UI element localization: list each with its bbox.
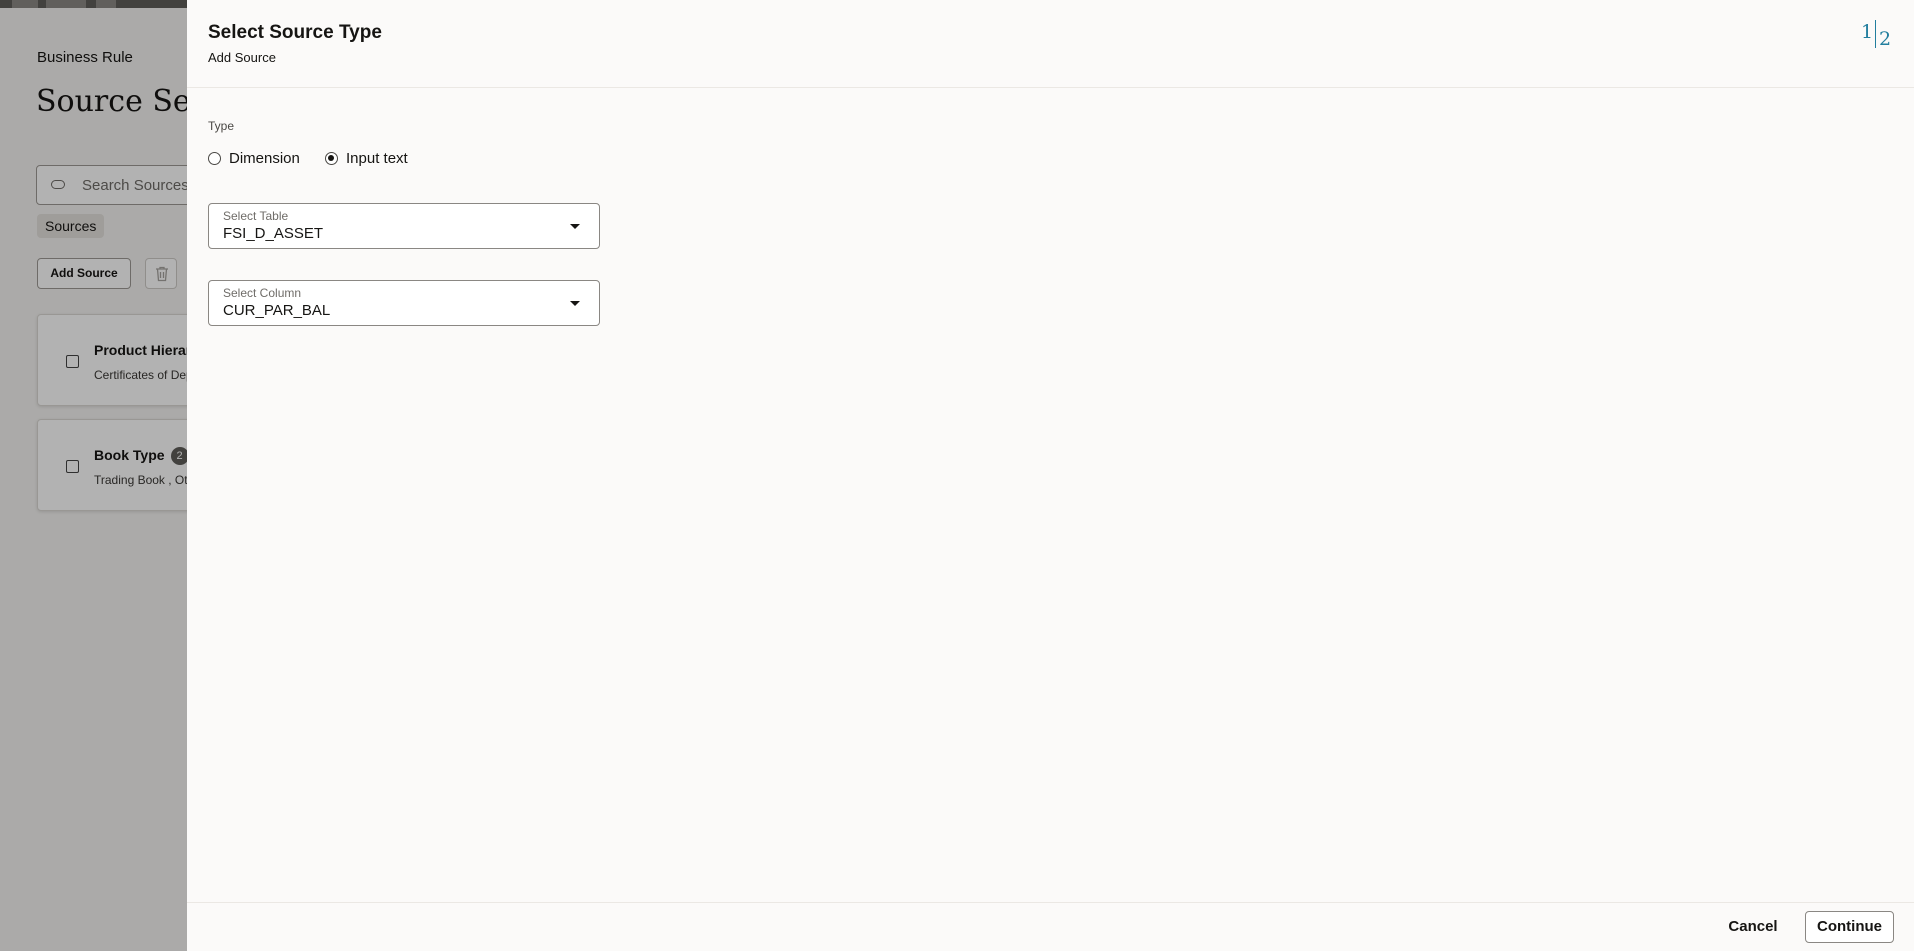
radio-dimension[interactable]: Dimension <box>208 148 300 168</box>
select-column-dropdown[interactable]: Select Column CUR_PAR_BAL <box>208 280 600 326</box>
select-column-value: CUR_PAR_BAL <box>223 302 331 319</box>
type-label: Type <box>208 119 235 133</box>
caret-down-icon[interactable] <box>570 301 580 306</box>
radio-circle[interactable] <box>208 151 221 165</box>
continue-button[interactable]: Continue <box>1805 911 1894 943</box>
step-indicator: 1 2 <box>1861 18 1901 50</box>
radio-label: Dimension <box>229 149 300 167</box>
cancel-button[interactable]: Cancel <box>1718 911 1788 943</box>
total-steps: 2 <box>1879 28 1892 50</box>
step-divider <box>1875 20 1876 48</box>
radio-input-text[interactable]: Input text <box>325 148 408 168</box>
select-table-label: Select Table <box>223 209 289 223</box>
select-source-type-drawer: Select Source Type Add Source 1 2 Type D… <box>187 0 1914 951</box>
drawer-header: Select Source Type Add Source 1 2 <box>187 0 1914 88</box>
radio-circle[interactable] <box>325 151 338 165</box>
drawer-subtitle: Add Source <box>208 50 276 65</box>
select-table-dropdown[interactable]: Select Table FSI_D_ASSET <box>208 203 600 249</box>
current-step: 1 <box>1861 21 1874 43</box>
radio-selected-dot <box>328 154 335 161</box>
select-table-value: FSI_D_ASSET <box>223 225 324 242</box>
drawer-footer: Cancel Continue <box>187 902 1914 951</box>
select-column-label: Select Column <box>223 286 302 300</box>
drawer-title: Select Source Type <box>208 22 382 43</box>
caret-down-icon[interactable] <box>570 224 580 229</box>
radio-label: Input text <box>346 149 408 167</box>
